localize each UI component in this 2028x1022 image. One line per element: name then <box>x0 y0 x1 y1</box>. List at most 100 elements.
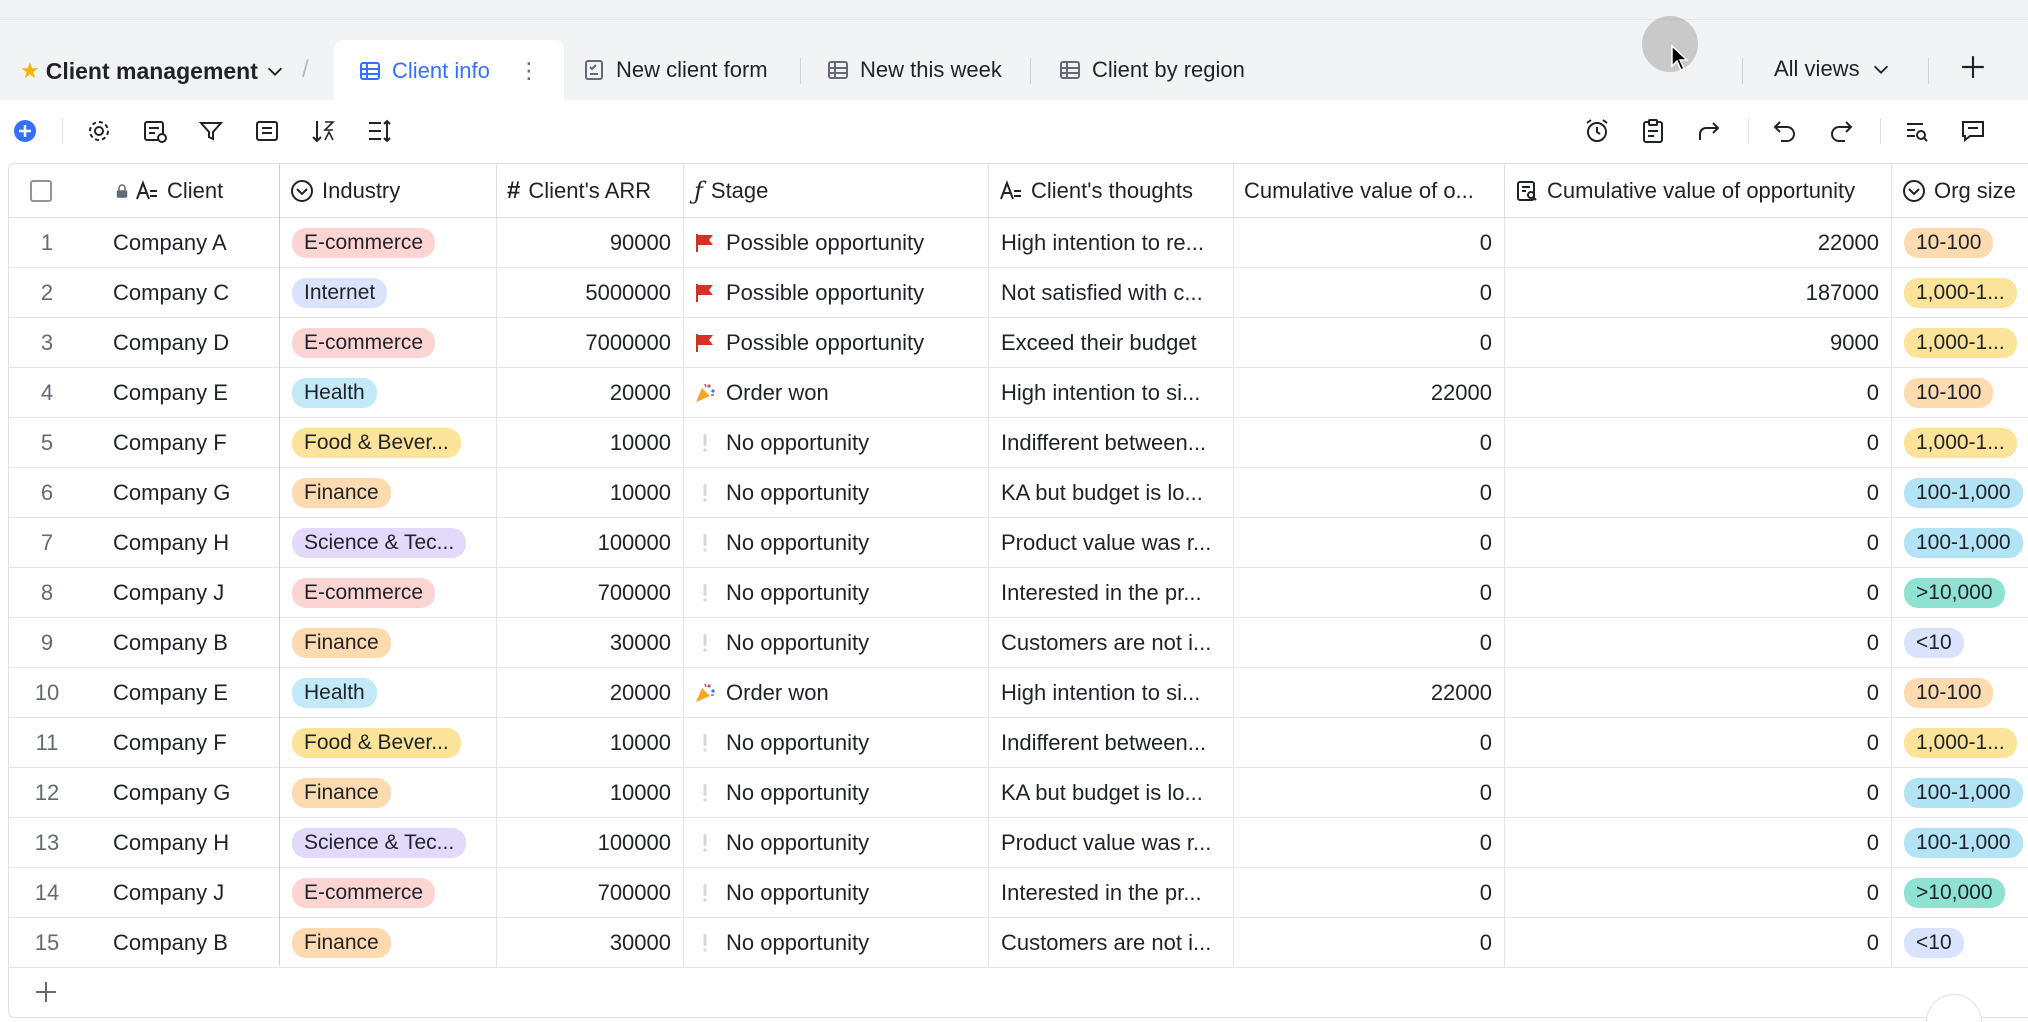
stage-cell[interactable]: No opportunity <box>684 618 989 668</box>
client-cell[interactable]: Company A <box>73 218 280 268</box>
cumulative-opportunity-cell[interactable]: 0 <box>1505 918 1892 968</box>
industry-cell[interactable]: Internet <box>280 268 497 318</box>
table-row[interactable]: 13 Company H Science & Tec... 100000 No … <box>9 818 2028 868</box>
table-row[interactable]: 12 Company G Finance 10000 No opportunit… <box>9 768 2028 818</box>
client-cell[interactable]: Company H <box>73 818 280 868</box>
all-views-dropdown[interactable]: All views <box>1774 56 1892 82</box>
table-row[interactable]: 5 Company F Food & Bever... 10000 No opp… <box>9 418 2028 468</box>
add-view-icon[interactable] <box>1960 54 1986 80</box>
search-icon[interactable] <box>1904 118 1930 144</box>
industry-cell[interactable]: E-commerce <box>280 318 497 368</box>
cumulative-opportunity-cell[interactable]: 187000 <box>1505 268 1892 318</box>
client-cell[interactable]: Company E <box>73 368 280 418</box>
tab-new-client-form[interactable]: New client form <box>582 40 768 100</box>
client-cell[interactable]: Company J <box>73 568 280 618</box>
industry-cell[interactable]: Health <box>280 668 497 718</box>
table-row[interactable]: 14 Company J E-commerce 700000 No opport… <box>9 868 2028 918</box>
org-size-cell[interactable]: 10-100 <box>1892 668 2028 718</box>
redo-icon[interactable] <box>1828 118 1854 144</box>
tab-client-by-region[interactable]: Client by region <box>1058 40 1245 100</box>
stage-cell[interactable]: Possible opportunity <box>684 218 989 268</box>
column-header-client[interactable]: Client <box>73 164 280 218</box>
cumulative-o-cell[interactable]: 0 <box>1234 818 1505 868</box>
org-size-cell[interactable]: 10-100 <box>1892 368 2028 418</box>
cumulative-opportunity-cell[interactable]: 0 <box>1505 668 1892 718</box>
client-cell[interactable]: Company F <box>73 418 280 468</box>
stage-cell[interactable]: No opportunity <box>684 718 989 768</box>
stage-cell[interactable]: No opportunity <box>684 868 989 918</box>
cumulative-opportunity-cell[interactable]: 0 <box>1505 718 1892 768</box>
stage-cell[interactable]: No opportunity <box>684 768 989 818</box>
industry-cell[interactable]: Finance <box>280 468 497 518</box>
arr-cell[interactable]: 30000 <box>497 618 684 668</box>
thoughts-cell[interactable]: High intention to si... <box>989 368 1234 418</box>
table-row[interactable]: 1 Company A E-commerce 90000 Possible op… <box>9 218 2028 268</box>
industry-cell[interactable]: Finance <box>280 618 497 668</box>
cumulative-o-cell[interactable]: 0 <box>1234 268 1505 318</box>
client-cell[interactable]: Company F <box>73 718 280 768</box>
filter-icon[interactable] <box>198 118 224 144</box>
client-cell[interactable]: Company E <box>73 668 280 718</box>
arr-cell[interactable]: 30000 <box>497 918 684 968</box>
gear-icon[interactable] <box>86 118 112 144</box>
arr-cell[interactable]: 700000 <box>497 568 684 618</box>
stage-cell[interactable]: No opportunity <box>684 818 989 868</box>
org-size-cell[interactable]: 1,000-1... <box>1892 268 2028 318</box>
stage-cell[interactable]: No opportunity <box>684 568 989 618</box>
chevron-down-icon[interactable] <box>264 60 286 82</box>
stage-cell[interactable]: Possible opportunity <box>684 268 989 318</box>
stage-cell[interactable]: No opportunity <box>684 518 989 568</box>
stage-cell[interactable]: Order won <box>684 368 989 418</box>
industry-cell[interactable]: Health <box>280 368 497 418</box>
cumulative-opportunity-cell[interactable]: 0 <box>1505 368 1892 418</box>
industry-cell[interactable]: Finance <box>280 768 497 818</box>
org-size-cell[interactable]: 1,000-1... <box>1892 318 2028 368</box>
column-header-cumulative-o[interactable]: Cumulative value of o... <box>1234 164 1505 218</box>
thoughts-cell[interactable]: Product value was r... <box>989 818 1234 868</box>
arr-cell[interactable]: 20000 <box>497 368 684 418</box>
thoughts-cell[interactable]: Product value was r... <box>989 518 1234 568</box>
org-size-cell[interactable]: 1,000-1... <box>1892 718 2028 768</box>
cumulative-opportunity-cell[interactable]: 0 <box>1505 868 1892 918</box>
thoughts-cell[interactable]: Customers are not i... <box>989 618 1234 668</box>
star-icon[interactable]: ★ <box>20 58 40 84</box>
industry-cell[interactable]: Science & Tec... <box>280 818 497 868</box>
field-settings-icon[interactable] <box>142 118 168 144</box>
group-icon[interactable] <box>254 118 280 144</box>
org-size-cell[interactable]: <10 <box>1892 918 2028 968</box>
add-record-icon[interactable] <box>12 118 38 144</box>
industry-cell[interactable]: Finance <box>280 918 497 968</box>
column-header-industry[interactable]: Industry <box>280 164 497 218</box>
cumulative-o-cell[interactable]: 0 <box>1234 468 1505 518</box>
thoughts-cell[interactable]: Interested in the pr... <box>989 868 1234 918</box>
arr-cell[interactable]: 5000000 <box>497 268 684 318</box>
add-row-icon[interactable] <box>34 980 58 1004</box>
client-cell[interactable]: Company B <box>73 918 280 968</box>
table-row[interactable]: 9 Company B Finance 30000 No opportunity… <box>9 618 2028 668</box>
client-cell[interactable]: Company D <box>73 318 280 368</box>
industry-cell[interactable]: Food & Bever... <box>280 418 497 468</box>
cumulative-o-cell[interactable]: 0 <box>1234 518 1505 568</box>
thoughts-cell[interactable]: High intention to re... <box>989 218 1234 268</box>
cumulative-opportunity-cell[interactable]: 0 <box>1505 518 1892 568</box>
client-cell[interactable]: Company B <box>73 618 280 668</box>
cumulative-o-cell[interactable]: 0 <box>1234 718 1505 768</box>
table-row[interactable]: 4 Company E Health 20000 Order won High … <box>9 368 2028 418</box>
cumulative-o-cell[interactable]: 22000 <box>1234 668 1505 718</box>
org-size-cell[interactable]: 100-1,000 <box>1892 518 2028 568</box>
cumulative-o-cell[interactable]: 0 <box>1234 218 1505 268</box>
column-header-arr[interactable]: # Client's ARR <box>497 164 684 218</box>
org-size-cell[interactable]: 100-1,000 <box>1892 468 2028 518</box>
column-header-thoughts[interactable]: Client's thoughts <box>989 164 1234 218</box>
arr-cell[interactable]: 10000 <box>497 718 684 768</box>
tab-client-info[interactable]: Client info ⋮ <box>334 40 564 102</box>
table-row[interactable]: 10 Company E Health 20000 Order won High… <box>9 668 2028 718</box>
arr-cell[interactable]: 700000 <box>497 868 684 918</box>
cumulative-opportunity-cell[interactable]: 0 <box>1505 818 1892 868</box>
client-cell[interactable]: Company C <box>73 268 280 318</box>
arr-cell[interactable]: 10000 <box>497 468 684 518</box>
industry-cell[interactable]: E-commerce <box>280 868 497 918</box>
arr-cell[interactable]: 10000 <box>497 418 684 468</box>
alarm-clock-icon[interactable] <box>1584 118 1610 144</box>
table-row[interactable]: 7 Company H Science & Tec... 100000 No o… <box>9 518 2028 568</box>
